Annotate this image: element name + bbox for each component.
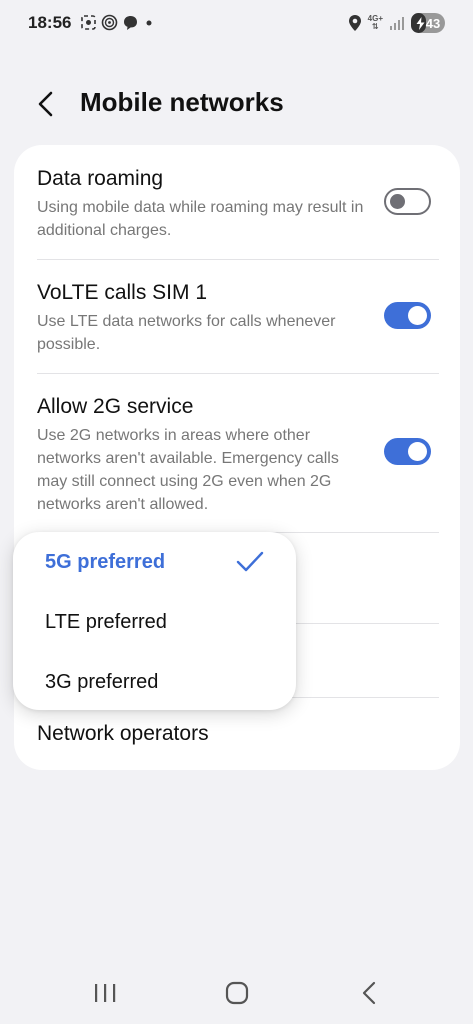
check-icon bbox=[236, 551, 264, 572]
charging-icon bbox=[416, 16, 425, 30]
navigation-bar bbox=[0, 960, 473, 1024]
status-time: 18:56 bbox=[28, 13, 72, 32]
battery-level: 43 bbox=[425, 15, 441, 31]
option-3g-preferred[interactable]: 3G preferred bbox=[45, 671, 158, 694]
toggle-knob bbox=[408, 442, 427, 461]
volte-row[interactable]: VoLTE calls SIM 1 Use LTE data networks … bbox=[14, 260, 460, 373]
volte-title: VoLTE calls SIM 1 bbox=[37, 281, 208, 304]
data-roaming-row[interactable]: Data roaming Using mobile data while roa… bbox=[14, 145, 460, 259]
data-roaming-title: Data roaming bbox=[37, 167, 164, 190]
allow-2g-subtitle: Use 2G networks in areas where other net… bbox=[37, 427, 339, 513]
home-icon[interactable] bbox=[222, 980, 252, 1006]
allow-2g-title: Allow 2G service bbox=[37, 395, 194, 418]
status-bar: 18:56 4G+ ⇅ 43 bbox=[0, 0, 473, 48]
notification-icons bbox=[80, 14, 155, 31]
location-icon bbox=[348, 15, 361, 31]
data-arrows-icon: ⇅ bbox=[371, 22, 379, 31]
page-title: Mobile networks bbox=[80, 87, 284, 117]
toggle-knob bbox=[408, 306, 427, 325]
dot-icon bbox=[146, 20, 152, 26]
data-roaming-subtitle: Using mobile data while roaming may resu… bbox=[37, 199, 364, 239]
back-icon[interactable] bbox=[354, 980, 384, 1006]
nfc-icon bbox=[101, 14, 118, 31]
chat-icon bbox=[124, 16, 137, 30]
data-roaming-toggle[interactable] bbox=[384, 188, 431, 215]
allow-2g-row[interactable]: Allow 2G service Use 2G networks in area… bbox=[14, 374, 460, 532]
system-status-icons: 4G+ ⇅ 43 bbox=[348, 13, 445, 33]
option-lte-preferred[interactable]: LTE preferred bbox=[45, 611, 167, 634]
back-arrow-icon[interactable] bbox=[30, 88, 62, 120]
recent-apps-icon[interactable] bbox=[90, 980, 120, 1006]
toggle-knob bbox=[390, 194, 405, 209]
network-type-indicator: 4G+ ⇅ bbox=[368, 15, 383, 31]
battery-indicator: 43 bbox=[411, 13, 445, 33]
volte-subtitle: Use LTE data networks for calls whenever… bbox=[37, 313, 336, 353]
option-5g-preferred[interactable]: 5G preferred bbox=[45, 551, 165, 574]
network-mode-popup: 5G preferred LTE preferred 3G preferred bbox=[13, 532, 296, 710]
volte-toggle[interactable] bbox=[384, 302, 431, 329]
allow-2g-toggle[interactable] bbox=[384, 438, 431, 465]
network-operators-title: Network operators bbox=[37, 722, 209, 745]
signal-icon bbox=[390, 17, 404, 30]
screenshot-icon bbox=[81, 15, 96, 30]
app-header: Mobile networks bbox=[0, 82, 473, 126]
